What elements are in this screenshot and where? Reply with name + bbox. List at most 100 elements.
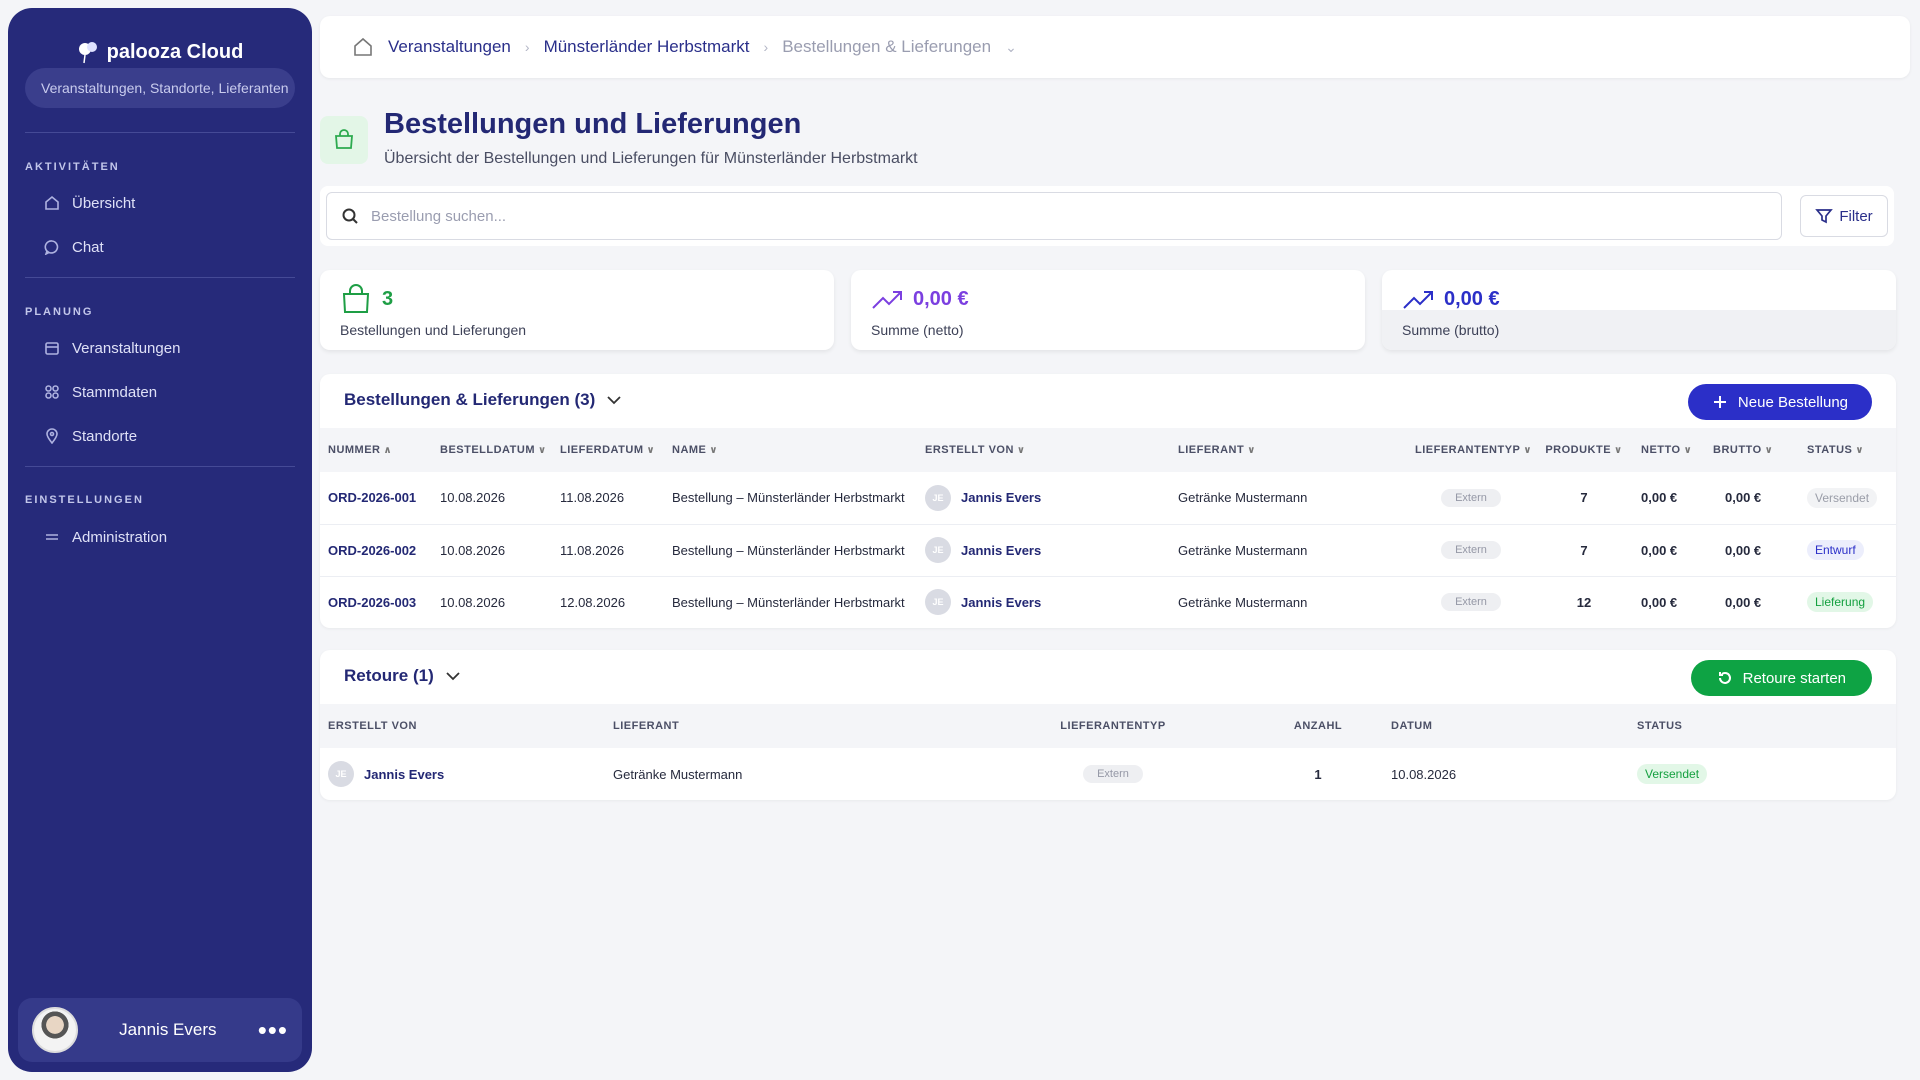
supplier-type-badge: Extern	[1441, 488, 1501, 507]
chevron-down-icon: ∨	[1614, 445, 1623, 456]
new-order-label: Neue Bestellung	[1737, 393, 1848, 411]
shopping-bag-icon	[342, 284, 370, 313]
home-icon	[45, 195, 59, 210]
returns-card: Retoure (1) Retoure starten ERSTELLT VON…	[320, 650, 1896, 800]
person-name[interactable]: Jannis Evers	[961, 595, 1041, 610]
start-return-button[interactable]: Retoure starten	[1690, 660, 1872, 696]
home-icon[interactable]	[352, 36, 374, 58]
order-number[interactable]: ORD-2026-001	[320, 472, 432, 524]
status-badge: Entwurf	[1807, 540, 1864, 560]
delivery-date: 11.08.2026	[560, 542, 625, 558]
new-order-button[interactable]: Neue Bestellung	[1687, 384, 1872, 420]
supplier-type: Extern	[973, 748, 1253, 800]
orders-card: Bestellungen & Lieferungen (3) Neue Best…	[320, 374, 1896, 628]
col-name[interactable]: NAME ∨	[664, 428, 917, 472]
divider	[25, 132, 295, 133]
table-row[interactable]: ORD-2026-003 10.08.2026 12.08.2026 Beste…	[320, 576, 1896, 628]
chevron-down-icon: ∨	[1764, 445, 1774, 456]
table-row[interactable]: ORD-2026-002 10.08.2026 11.08.2026 Beste…	[320, 524, 1896, 576]
chevron-down-icon	[446, 672, 460, 681]
status: Versendet	[1799, 472, 1896, 524]
col-bestelldatum[interactable]: BESTELLDATUM ∨	[432, 428, 552, 472]
stat-label: Bestellungen und Lieferungen	[340, 322, 527, 338]
col-brutto[interactable]: BRUTTO ∨	[1705, 428, 1799, 472]
breadcrumb: Veranstaltungen › Münsterländer Herbstma…	[320, 16, 1910, 78]
person-name[interactable]: Jannis Evers	[364, 767, 444, 782]
section-title-planung: PLANUNG	[25, 306, 94, 318]
brutto: 0,00 €	[1725, 490, 1762, 506]
chevron-down-icon[interactable]: ⌄	[1005, 39, 1017, 56]
col-netto[interactable]: NETTO ∨	[1633, 428, 1705, 472]
supplier-type-badge: Extern	[1083, 765, 1143, 783]
chevron-right-icon: ›	[763, 39, 769, 55]
order-date: 10.08.2026	[440, 542, 506, 558]
col-status: STATUS	[1637, 720, 1683, 732]
col-erstellt-von[interactable]: ERSTELLT VON ∨	[917, 428, 1170, 472]
person-name[interactable]: Jannis Evers	[961, 490, 1041, 505]
chevron-up-icon: ∧	[383, 445, 393, 456]
sidebar-item-stammdaten[interactable]: Stammdaten	[44, 379, 157, 405]
person-name[interactable]: Jannis Evers	[961, 543, 1041, 558]
stat-card-netto: 0,00 € Summe (netto)	[851, 270, 1365, 350]
col-lieferantentyp[interactable]: LIEFERANTENTYP ∨	[1407, 428, 1535, 472]
sidebar: palooza Cloud Veranstaltungen, Standorte…	[8, 8, 312, 1072]
chevron-right-icon: ›	[524, 39, 530, 55]
filter-button[interactable]: Filter	[1800, 195, 1888, 237]
col-produkte[interactable]: PRODUKTE ∨	[1535, 428, 1633, 472]
order-date: 10.08.2026	[440, 490, 506, 506]
sidebar-item-uebersicht[interactable]: Übersicht	[44, 190, 135, 216]
search-placeholder: Bestellung suchen...	[371, 207, 507, 225]
col-lieferdatum[interactable]: LIEFERDATUM ∨	[552, 428, 664, 472]
order-number[interactable]: ORD-2026-003	[320, 576, 432, 628]
search-input[interactable]: Bestellung suchen...	[326, 192, 1782, 240]
status: Lieferung	[1799, 576, 1896, 628]
sidebar-item-chat[interactable]: Chat	[44, 234, 104, 260]
user-profile[interactable]: Jannis Evers •••	[18, 998, 302, 1062]
order-number[interactable]: ORD-2026-002	[320, 524, 432, 576]
trending-up-icon	[872, 291, 902, 309]
orders-title-text: Bestellungen & Lieferungen (3)	[344, 390, 596, 409]
col-lieferant: LIEFERANT	[613, 720, 680, 732]
status-badge: Versendet	[1807, 487, 1878, 508]
chevron-down-icon: ∨	[1683, 445, 1693, 456]
col-status[interactable]: STATUS ∨	[1799, 428, 1896, 472]
returns-title[interactable]: Retoure (1)	[344, 666, 462, 686]
supplier-type-badge: Extern	[1441, 541, 1501, 559]
stat-label: Summe (brutto)	[1402, 322, 1500, 338]
supplier-type: Extern	[1407, 576, 1535, 628]
brand[interactable]: palooza Cloud	[8, 40, 312, 64]
avatar	[32, 1007, 78, 1053]
sidebar-item-veranstaltungen[interactable]: Veranstaltungen	[44, 335, 180, 361]
brutto: 0,00 €	[1725, 542, 1762, 558]
created-by: JE Jannis Evers	[917, 524, 1170, 576]
col-erstellt-von: ERSTELLT VON	[328, 720, 417, 732]
chevron-down-icon: ∨	[1016, 445, 1026, 456]
sidebar-item-label: Chat	[72, 238, 104, 256]
start-return-label: Retoure starten	[1742, 669, 1846, 687]
returns-table: ERSTELLT VON LIEFERANT LIEFERANTENTYP AN…	[320, 704, 1896, 800]
sidebar-item-standorte[interactable]: Standorte	[44, 423, 137, 449]
sidebar-search-input[interactable]: Veranstaltungen, Standorte, Lieferanten	[25, 68, 295, 108]
table-row[interactable]: ORD-2026-001 10.08.2026 11.08.2026 Beste…	[320, 472, 1896, 524]
col-lieferant[interactable]: LIEFERANT ∨	[1170, 428, 1407, 472]
breadcrumb-veranstaltungen[interactable]: Veranstaltungen	[388, 37, 511, 57]
search-bar: Bestellung suchen... Filter	[320, 186, 1894, 246]
status-badge: Versendet	[1637, 764, 1708, 784]
plus-icon	[1713, 396, 1726, 408]
netto: 0,00 €	[1641, 594, 1678, 610]
balloon-logo-icon	[78, 42, 97, 64]
breadcrumb-current[interactable]: Bestellungen & Lieferungen	[782, 37, 991, 57]
col-nummer[interactable]: NUMMER ∧	[320, 428, 432, 472]
supplier: Getränke Mustermann	[1178, 490, 1308, 506]
sidebar-item-administration[interactable]: Administration	[44, 524, 167, 550]
table-row[interactable]: JE Jannis Evers Getränke Mustermann Exter…	[320, 748, 1896, 800]
filter-icon	[1815, 209, 1834, 224]
trending-up-icon	[1403, 291, 1433, 309]
page-title: Bestellungen und Lieferungen	[384, 108, 802, 140]
more-options-icon[interactable]: •••	[258, 1017, 288, 1043]
breadcrumb-event[interactable]: Münsterländer Herbstmarkt	[544, 37, 750, 57]
search-icon	[342, 208, 358, 224]
col-lieferantentyp: LIEFERANTENTYP	[1060, 720, 1166, 732]
order-name: Bestellung – Münsterländer Herbstmarkt	[672, 542, 905, 558]
orders-title[interactable]: Bestellungen & Lieferungen (3)	[344, 390, 623, 410]
